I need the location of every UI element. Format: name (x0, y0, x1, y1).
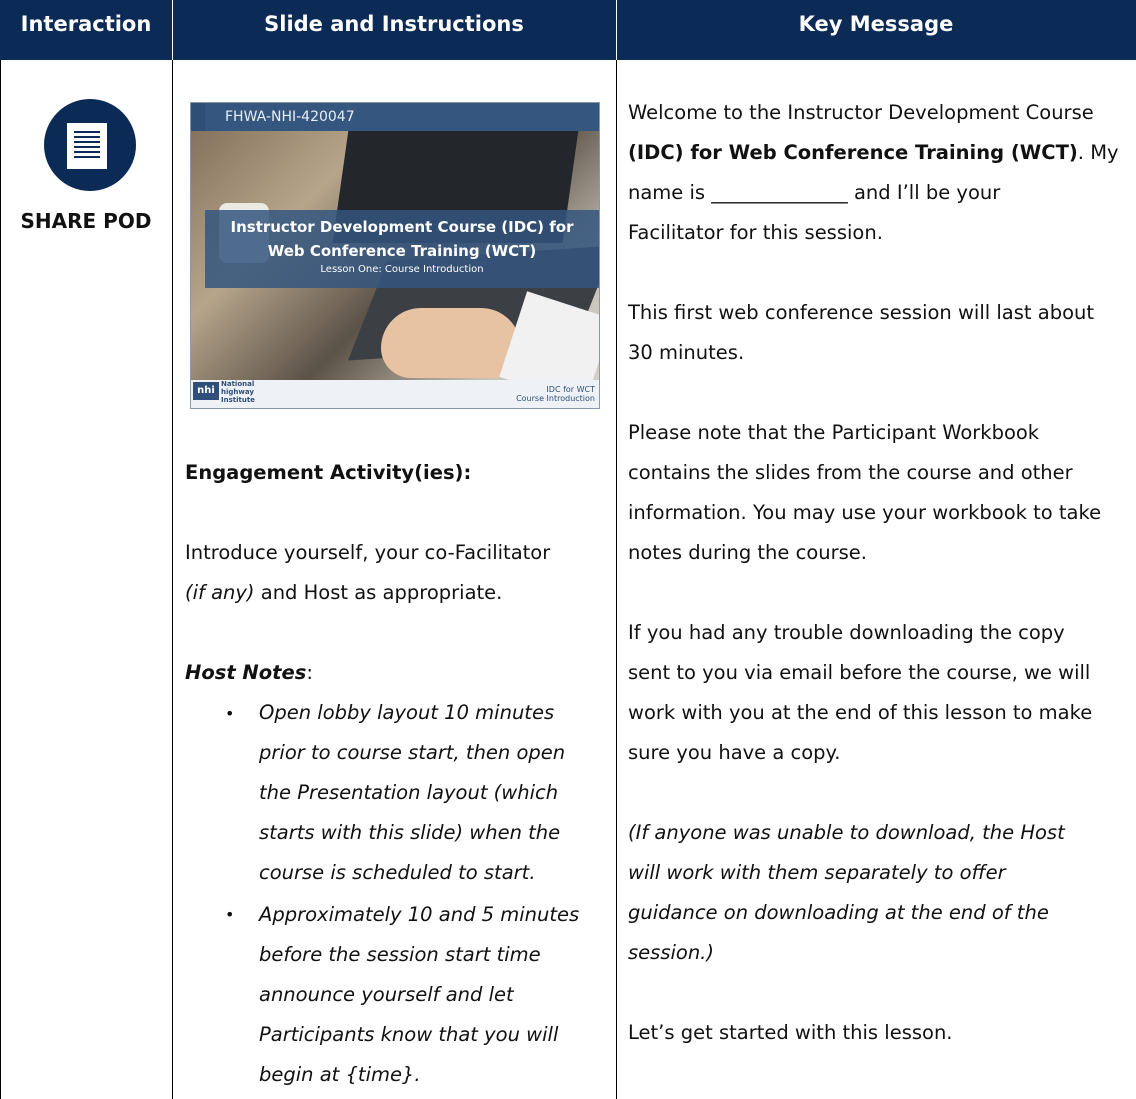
key-message-line: sure you have a copy. (628, 741, 841, 764)
host-note-line: begin at {time}. (259, 1063, 421, 1086)
key-message-line: work with you at the end of this lesson … (628, 701, 1093, 724)
host-note-line: starts with this slide) when the (259, 821, 561, 844)
key-message-line: notes during the course. (628, 541, 867, 564)
slide-title-band: Instructor Development Course (IDC) for … (205, 210, 599, 288)
host-note-line: course is scheduled to start. (259, 861, 536, 884)
column-divider (172, 60, 173, 1099)
slide-topbar: FHWA-NHI-420047 (191, 103, 599, 131)
document-page (67, 123, 107, 169)
host-note-line: the Presentation layout (which (259, 781, 559, 804)
key-message-line: (IDC) for Web Conference Training (WCT).… (628, 141, 1119, 164)
key-message-line: Let’s get started with this lesson. (628, 1021, 953, 1044)
slide-title-line2: Web Conference Training (WCT) (267, 242, 537, 260)
key-message-line: will work with them separately to offer (628, 861, 1006, 884)
key-message-line: (If anyone was unable to download, the H… (628, 821, 1065, 844)
key-message-line: sent to you via email before the course,… (628, 661, 1091, 684)
header-slide-instructions: Slide and Instructions (264, 12, 524, 36)
key-message-line: 30 minutes. (628, 341, 745, 364)
slide-footer-right: IDC for WCT Course Introduction (516, 385, 595, 403)
table-header: Interaction Slide and Instructions Key M… (0, 0, 1136, 60)
host-note-line: prior to course start, then open (259, 741, 566, 764)
host-note-line: announce yourself and let (259, 983, 514, 1006)
slide-footer: nhi National highway Institute IDC for W… (191, 380, 599, 408)
key-message-line: guidance on downloading at the end of th… (628, 901, 1049, 924)
header-interaction: Interaction (20, 12, 152, 36)
host-notes-label: Host Notes: (185, 661, 313, 684)
key-message-line: If you had any trouble downloading the c… (628, 621, 1065, 644)
key-message-line: session.) (628, 941, 714, 964)
header-key-message: Key Message (798, 12, 954, 36)
key-message-line: Facilitator for this session. (628, 221, 883, 244)
key-message-line: contains the slides from the course and … (628, 461, 1073, 484)
nhi-logo: nhi (193, 382, 219, 400)
engagement-heading: Engagement Activity(ies): (185, 461, 472, 484)
key-message-line: name is ______________ and I’ll be your (628, 181, 1001, 204)
slide-course-code: FHWA-NHI-420047 (205, 103, 599, 131)
key-message-line: This first web conference session will l… (628, 301, 1095, 324)
hands-illustration (381, 308, 521, 378)
host-note-line: Participants know that you will (259, 1023, 559, 1046)
document-icon (44, 99, 136, 191)
key-message-line: information. You may use your workbook t… (628, 501, 1102, 524)
slide-thumbnail: FHWA-NHI-420047 Instructor Development C… (190, 102, 600, 409)
slide-title-line1: Instructor Development Course (IDC) for (230, 218, 574, 236)
interaction-label: SHARE POD (20, 209, 152, 233)
key-message-line: Welcome to the Instructor Development Co… (628, 101, 1094, 124)
nhi-logo-text: National highway Institute (221, 380, 255, 404)
host-note-line: Approximately 10 and 5 minutes (259, 903, 580, 926)
host-note-line: Open lobby layout 10 minutes (259, 701, 555, 724)
intro-line: Introduce yourself, your co-Facilitator (185, 541, 551, 564)
column-divider (616, 60, 617, 1099)
slide-subtitle: Lesson One: Course Introduction (320, 264, 484, 275)
bullet-dot: • (225, 704, 235, 723)
intro-line: (if any) and Host as appropriate. (185, 581, 503, 604)
host-note-line: before the session start time (259, 943, 541, 966)
bullet-dot: • (225, 905, 235, 924)
key-message-line: Please note that the Participant Workboo… (628, 421, 1040, 444)
